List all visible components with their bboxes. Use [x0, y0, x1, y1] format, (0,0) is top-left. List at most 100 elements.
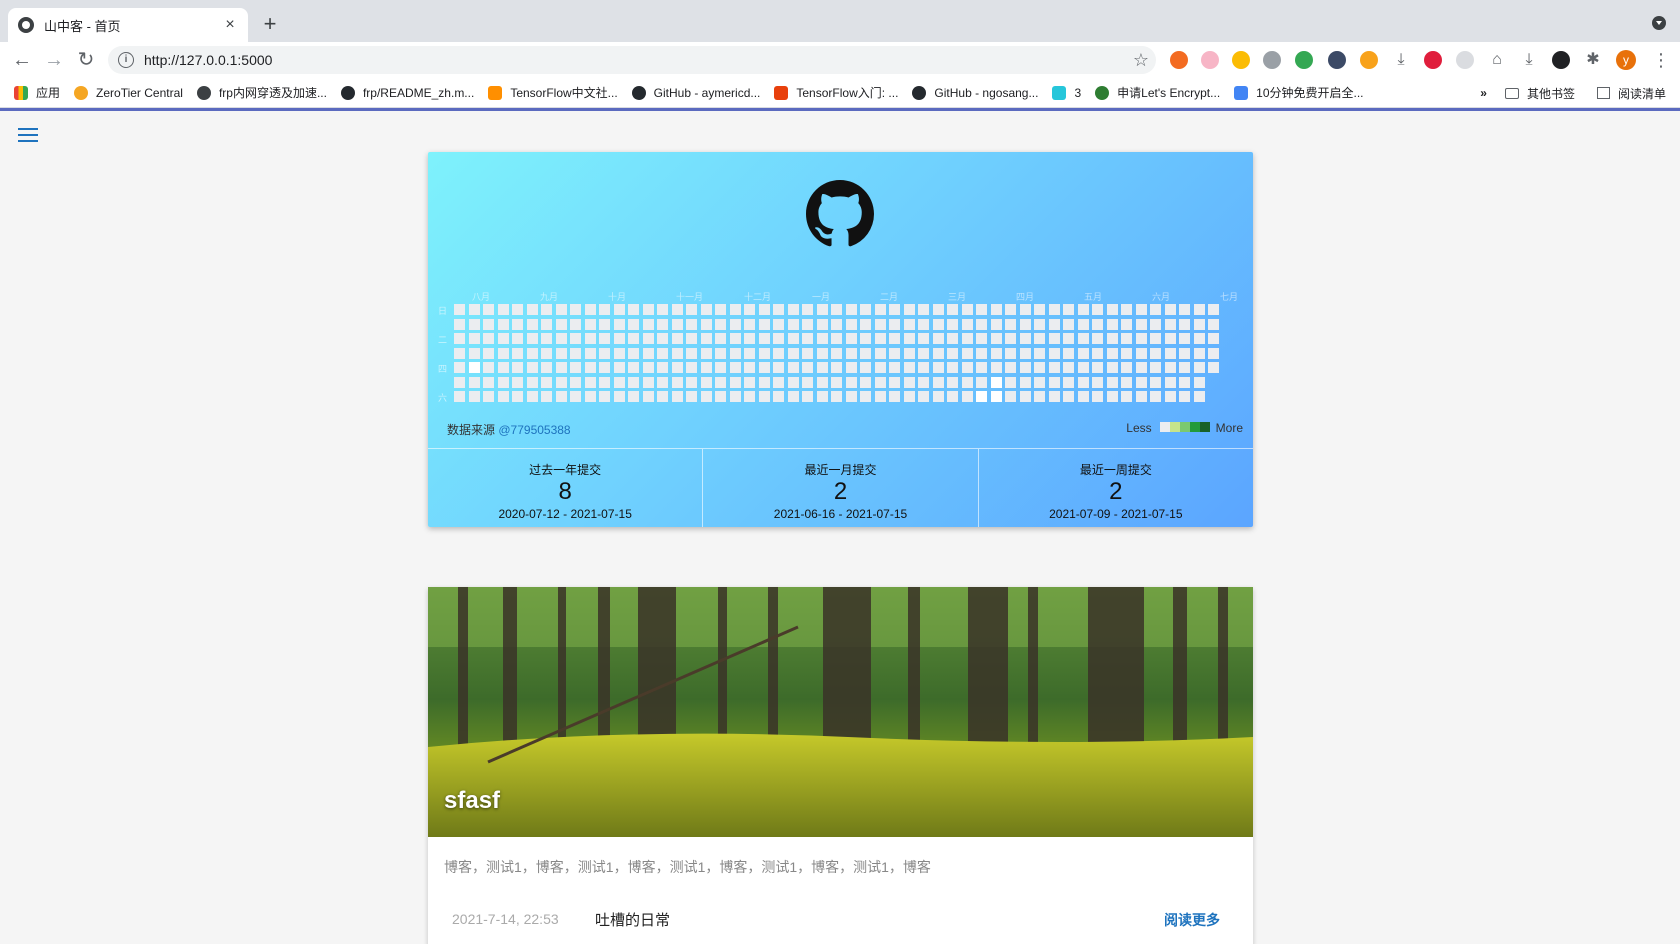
active-tab[interactable]: 山中客 - 首页 ×: [8, 8, 248, 42]
contribution-cell[interactable]: [816, 304, 828, 315]
contribution-cell[interactable]: [512, 376, 523, 388]
contribution-cell[interactable]: [1019, 391, 1031, 402]
contribution-cell[interactable]: [613, 304, 625, 315]
contribution-cell[interactable]: [787, 362, 799, 373]
contribution-cell[interactable]: [671, 333, 683, 344]
contribution-cell[interactable]: [1121, 376, 1132, 388]
contribution-cell[interactable]: [628, 318, 639, 330]
contribution-cell[interactable]: [961, 362, 973, 373]
contribution-cell[interactable]: [686, 347, 697, 359]
contribution-cell[interactable]: [613, 347, 625, 359]
profile-avatar[interactable]: y: [1616, 50, 1636, 70]
contribution-cell[interactable]: [860, 304, 871, 315]
contribution-cell[interactable]: [570, 304, 581, 315]
contribution-cell[interactable]: [613, 391, 625, 402]
contribution-cell[interactable]: [468, 376, 480, 388]
reading-list-button[interactable]: 阅读清单: [1618, 85, 1666, 102]
extension-icon[interactable]: [1232, 51, 1250, 69]
contribution-cell[interactable]: [874, 318, 886, 330]
contribution-cell[interactable]: [874, 333, 886, 344]
contribution-cell[interactable]: [642, 347, 654, 359]
contribution-cell[interactable]: [729, 391, 741, 402]
contribution-cell[interactable]: [613, 362, 625, 373]
contribution-cell[interactable]: [1077, 362, 1089, 373]
contribution-cell[interactable]: [744, 304, 755, 315]
post-cover-image[interactable]: [428, 587, 1253, 837]
contribution-cell[interactable]: [1034, 304, 1045, 315]
contribution-cell[interactable]: [860, 318, 871, 330]
contribution-cell[interactable]: [555, 318, 567, 330]
contribution-cell[interactable]: [787, 376, 799, 388]
contribution-cell[interactable]: [599, 333, 610, 344]
contribution-cell[interactable]: [932, 304, 944, 315]
contribution-cell[interactable]: [468, 304, 480, 315]
contribution-cell[interactable]: [1179, 318, 1190, 330]
contribution-cell[interactable]: [584, 391, 596, 402]
contribution-cell[interactable]: [657, 333, 668, 344]
contribution-cell[interactable]: [526, 347, 538, 359]
post-card[interactable]: sfasf 博客，测试1，博客，测试1，博客，测试1，博客，测试1，博客，测试1…: [428, 587, 1253, 944]
contribution-cell[interactable]: [628, 362, 639, 373]
contribution-cell[interactable]: [1048, 318, 1060, 330]
contribution-cell[interactable]: [1164, 318, 1176, 330]
contribution-cell[interactable]: [1150, 391, 1161, 402]
contribution-cell[interactable]: [932, 347, 944, 359]
contribution-cell[interactable]: [729, 362, 741, 373]
contribution-cell[interactable]: [599, 347, 610, 359]
contribution-cell[interactable]: [1005, 362, 1016, 373]
contribution-cell[interactable]: [700, 391, 712, 402]
contribution-cell[interactable]: [961, 391, 973, 402]
contribution-cell[interactable]: [1005, 304, 1016, 315]
contribution-cell[interactable]: [845, 347, 857, 359]
contribution-cell[interactable]: [1092, 391, 1103, 402]
contribution-cell[interactable]: [744, 376, 755, 388]
contribution-cell[interactable]: [918, 391, 929, 402]
contribution-cell[interactable]: [903, 333, 915, 344]
contribution-cell[interactable]: [1193, 304, 1205, 315]
contribution-cell[interactable]: [1179, 347, 1190, 359]
contribution-cell[interactable]: [628, 391, 639, 402]
contribution-cell[interactable]: [976, 391, 987, 402]
contribution-cell[interactable]: [715, 391, 726, 402]
contribution-cell[interactable]: [526, 318, 538, 330]
address-bar[interactable]: i http://127.0.0.1:5000 ☆: [108, 46, 1156, 74]
contribution-cell[interactable]: [744, 362, 755, 373]
contribution-cell[interactable]: [642, 304, 654, 315]
contribution-cell[interactable]: [889, 318, 900, 330]
contribution-cell[interactable]: [758, 318, 770, 330]
contribution-cell[interactable]: [1048, 362, 1060, 373]
contribution-cell[interactable]: [1005, 391, 1016, 402]
contribution-cell[interactable]: [570, 362, 581, 373]
contribution-cell[interactable]: [555, 304, 567, 315]
bookmark-item[interactable]: GitHub - aymericd...: [631, 85, 760, 100]
contribution-cell[interactable]: [932, 318, 944, 330]
contribution-cell[interactable]: [816, 318, 828, 330]
contribution-cell[interactable]: [497, 304, 509, 315]
contribution-cell[interactable]: [758, 391, 770, 402]
contribution-cell[interactable]: [816, 333, 828, 344]
contribution-cell[interactable]: [773, 391, 784, 402]
contribution-cell[interactable]: [1048, 347, 1060, 359]
contribution-cell[interactable]: [976, 376, 987, 388]
contribution-cell[interactable]: [932, 362, 944, 373]
contribution-cell[interactable]: [657, 391, 668, 402]
contribution-cell[interactable]: [744, 333, 755, 344]
contribution-cell[interactable]: [773, 304, 784, 315]
bookmark-item[interactable]: frp内网穿透及加速...: [196, 84, 327, 101]
read-more-link[interactable]: 阅读更多: [1164, 910, 1220, 930]
contribution-cell[interactable]: [1135, 376, 1147, 388]
contribution-cell[interactable]: [1063, 376, 1074, 388]
contribution-cell[interactable]: [454, 376, 465, 388]
contribution-cell[interactable]: [1164, 376, 1176, 388]
contribution-cell[interactable]: [613, 376, 625, 388]
contribution-cell[interactable]: [903, 347, 915, 359]
contribution-cell[interactable]: [686, 318, 697, 330]
bookmark-item[interactable]: 3: [1052, 85, 1081, 100]
contribution-cell[interactable]: [889, 304, 900, 315]
contribution-cell[interactable]: [961, 318, 973, 330]
contribution-cell[interactable]: [1150, 304, 1161, 315]
contribution-cell[interactable]: [976, 333, 987, 344]
contribution-cell[interactable]: [1048, 391, 1060, 402]
contribution-cell[interactable]: [1092, 362, 1103, 373]
contribution-cell[interactable]: [1034, 391, 1045, 402]
